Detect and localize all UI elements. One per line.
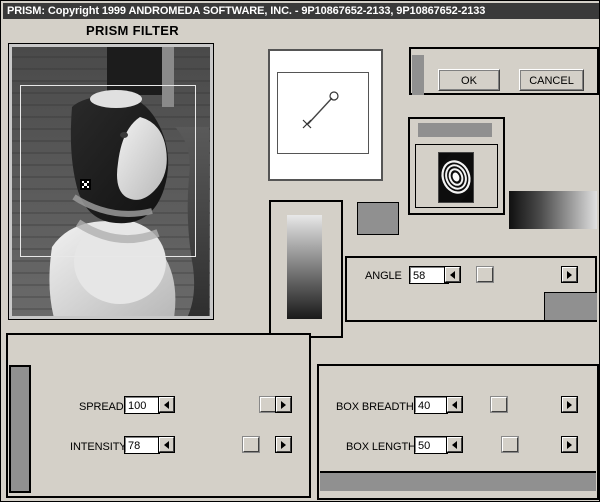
right-arrow-icon — [567, 270, 572, 279]
angle-label: ANGLE — [365, 270, 402, 282]
preview-photo — [12, 47, 210, 316]
angle-panel-accent-bar — [544, 292, 597, 320]
box-breadth-input[interactable]: 40 — [414, 396, 448, 414]
page-title: PRISM FILTER — [86, 23, 179, 38]
intensity-decrement-button[interactable] — [158, 436, 175, 453]
thumbnail-panel-accent-bar — [418, 123, 492, 137]
angle-input[interactable]: 58 — [409, 266, 449, 284]
left-arrow-icon — [164, 400, 169, 409]
prism-effect-thumbnail — [439, 153, 473, 202]
spread-label: SPREAD — [79, 401, 124, 413]
x-origin-icon — [302, 119, 312, 129]
window-title-bar: PRISM: Copyright 1999 ANDROMEDA SOFTWARE… — [3, 3, 599, 19]
spread-increment-button[interactable] — [275, 396, 292, 413]
left-arrow-icon — [452, 440, 457, 449]
left-arrow-icon — [452, 400, 457, 409]
ok-button-label: OK — [439, 70, 499, 90]
thumbnail-preview[interactable] — [438, 152, 474, 203]
angle-scroll-thumb[interactable] — [476, 266, 494, 283]
box-length-scroll-thumb[interactable] — [501, 436, 519, 453]
intensity-input[interactable]: 78 — [124, 436, 160, 454]
box-panel-accent-bar — [320, 471, 596, 491]
box-breadth-decrement-button[interactable] — [446, 396, 463, 413]
image-preview-frame[interactable] — [8, 43, 214, 320]
spread-decrement-button[interactable] — [158, 396, 175, 413]
left-arrow-icon — [164, 440, 169, 449]
vertical-gradient-swatch — [287, 215, 322, 319]
cancel-button-label: CANCEL — [520, 70, 583, 90]
intensity-scroll-thumb[interactable] — [242, 436, 260, 453]
box-length-label: BOX LENGTH — [346, 441, 416, 453]
spread-panel-accent-bar — [9, 365, 31, 493]
box-breadth-label: BOX BREADTH — [336, 401, 414, 413]
box-breadth-scroll-thumb[interactable] — [490, 396, 508, 413]
horizontal-gradient-swatch — [509, 191, 597, 229]
spread-scroll-thumb[interactable] — [259, 396, 277, 413]
circle-handle-icon — [329, 91, 339, 101]
prism-filter-dialog: PRISM: Copyright 1999 ANDROMEDA SOFTWARE… — [0, 0, 600, 502]
angle-decrement-button[interactable] — [444, 266, 461, 283]
box-length-decrement-button[interactable] — [446, 436, 463, 453]
left-arrow-icon — [450, 270, 455, 279]
intensity-label: INTENSITY — [70, 441, 127, 453]
right-arrow-icon — [281, 440, 286, 449]
right-arrow-icon — [281, 400, 286, 409]
button-panel-accent-bar — [412, 55, 424, 95]
angle-increment-button[interactable] — [561, 266, 578, 283]
direction-preview-box[interactable] — [268, 49, 383, 181]
image-preview-canvas[interactable] — [12, 47, 210, 316]
right-arrow-icon — [567, 440, 572, 449]
angle-panel-accent-block — [357, 202, 399, 235]
spread-input[interactable]: 100 — [124, 396, 160, 414]
spread-intensity-panel — [6, 333, 311, 498]
box-length-input[interactable]: 50 — [414, 436, 448, 454]
box-breadth-increment-button[interactable] — [561, 396, 578, 413]
cancel-button[interactable]: CANCEL — [519, 69, 584, 91]
box-length-increment-button[interactable] — [561, 436, 578, 453]
intensity-increment-button[interactable] — [275, 436, 292, 453]
ok-button[interactable]: OK — [438, 69, 500, 91]
right-arrow-icon — [567, 400, 572, 409]
direction-vector-graphic — [302, 91, 339, 129]
